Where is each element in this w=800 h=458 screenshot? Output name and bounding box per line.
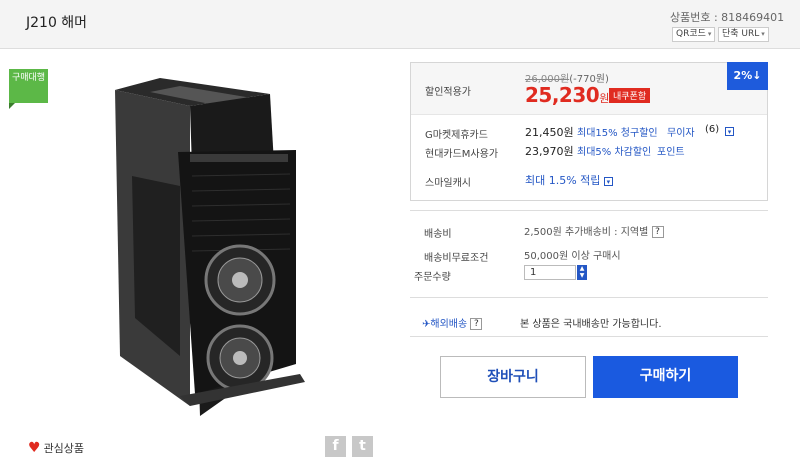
shipping-panel: 배송비 2,500원 추가배송비 : 지역별 ? 배송비무료조건 50,000원… <box>410 210 768 298</box>
wishlist-label: 관심상품 <box>43 442 85 455</box>
smile-cash-value[interactable]: 최대 1.5% 적립 ▾ <box>525 172 613 188</box>
smile-cash-label: 스마일캐시 <box>425 178 471 189</box>
heart-icon: ♥ <box>28 440 41 456</box>
qr-code-label: QR코드 <box>676 29 706 39</box>
overseas-label-text: 해외배송 <box>430 319 468 330</box>
price-panel: 할인적용가 26,000원(-770원) 25,230원 내쿠폰함 2%↓ G마… <box>410 62 768 201</box>
card-name-hyundai: 현대카드M사용가 <box>425 149 499 160</box>
card-benefit-hyundai[interactable]: 최대5% 차감할인 <box>577 143 651 158</box>
sale-price-value: 25,230 <box>525 83 600 107</box>
sale-price: 25,230원 <box>525 83 609 107</box>
card-benefit-gmarket[interactable]: 최대15% 청구할인 <box>577 124 658 139</box>
product-image[interactable] <box>20 56 382 422</box>
buy-now-button[interactable]: 구매하기 <box>593 356 738 398</box>
twitter-share-button[interactable]: t <box>352 436 373 457</box>
product-header: J210 해머 상품번호 : 818469401 QR코드 ▾ 단축 URL ▾ <box>0 0 800 49</box>
free-shipping-label: 배송비무료조건 <box>424 253 489 264</box>
quantity-stepper[interactable]: ▲ ▼ <box>577 265 587 280</box>
overseas-shipping-row: ✈해외배송 ? 본 상품은 국내배송만 가능합니다. <box>410 307 768 337</box>
product-title: J210 해머 <box>26 15 88 31</box>
facebook-icon: f <box>332 438 339 454</box>
card-price-gmarket: 21,450원 <box>525 126 574 139</box>
chevron-down-icon: ▾ <box>707 30 712 38</box>
my-coupon-button[interactable]: 내쿠폰함 <box>609 88 651 103</box>
free-shipping-value: 50,000원 이상 구매시 <box>524 251 621 262</box>
discount-percent-badge[interactable]: 2%↓ <box>727 62 768 90</box>
discount-price-row: 할인적용가 26,000원(-770원) 25,230원 내쿠폰함 <box>411 63 767 115</box>
chevron-down-icon: ▾ <box>603 176 613 186</box>
product-code: 상품번호 : 818469401 <box>670 11 785 24</box>
interest-free-link[interactable]: 무이자 <box>667 124 695 139</box>
pc-case-image <box>115 78 305 416</box>
purchase-agency-badge: 구매대행 <box>9 69 48 109</box>
quantity-label: 주문수량 <box>414 272 451 283</box>
short-url-button[interactable]: 단축 URL ▾ <box>718 27 769 42</box>
point-link[interactable]: 포인트 <box>657 143 685 158</box>
interest-free-months: (6) <box>705 124 720 135</box>
card-price-hyundai: 23,970원 <box>525 145 574 158</box>
chevron-down-icon[interactable]: ▾ <box>725 126 734 136</box>
overseas-shipping-text: 본 상품은 국내배송만 가능합니다. <box>520 319 662 330</box>
shipping-fee-value: 2,500원 추가배송비 : 지역별 ? <box>524 223 664 238</box>
card-name-gmarket: G마켓제휴카드 <box>425 130 488 141</box>
wishlist-button[interactable]: ♥ 관심상품 <box>28 440 84 456</box>
help-icon[interactable]: ? <box>651 226 664 238</box>
add-to-cart-button[interactable]: 장바구니 <box>440 356 586 398</box>
discount-price-label: 할인적용가 <box>425 87 471 98</box>
twitter-icon: t <box>359 438 366 454</box>
quantity-input[interactable]: 1 <box>524 265 576 280</box>
chevron-down-icon: ▾ <box>761 30 765 38</box>
short-url-label: 단축 URL <box>722 29 760 39</box>
smile-cash-text: 최대 1.5% 적립 <box>525 174 601 187</box>
facebook-share-button[interactable]: f <box>325 436 346 457</box>
help-icon[interactable]: ? <box>470 318 483 330</box>
shipping-fee-label: 배송비 <box>424 229 452 240</box>
qr-code-button[interactable]: QR코드 ▾ <box>672 27 716 42</box>
shipping-fee-text: 2,500원 추가배송비 : 지역별 <box>524 227 649 238</box>
sale-price-unit: 원 <box>599 92 609 105</box>
overseas-shipping-label: ✈해외배송 ? <box>422 315 483 330</box>
